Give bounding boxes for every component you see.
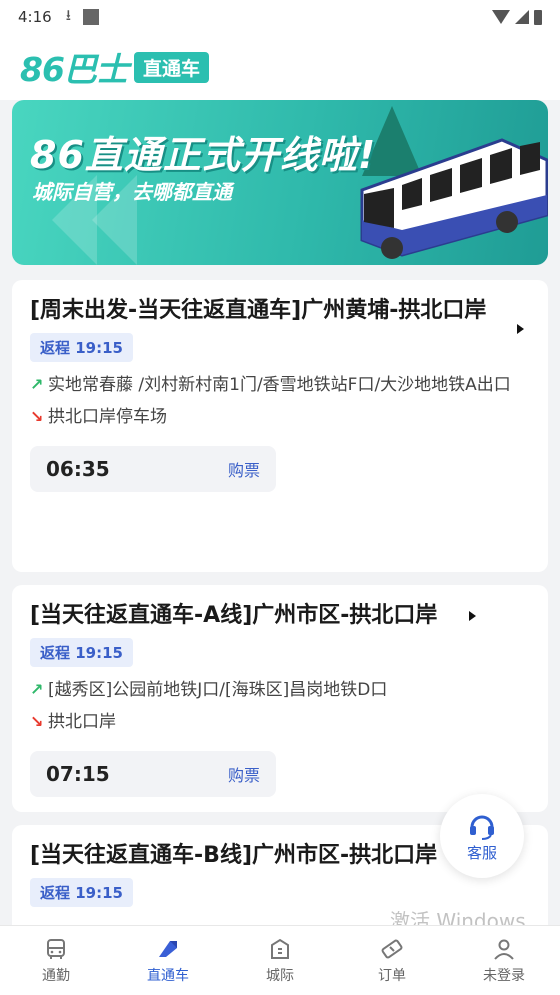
route-title: [周末出发-当天往返直通车]广州黄埔-拱北口岸 (30, 298, 487, 323)
bus-illustration (360, 138, 548, 259)
tab-direct-bus[interactable]: 直通车 (112, 926, 224, 995)
route-card[interactable]: [周末出发-当天往返直通车]广州黄埔-拱北口岸 返程 19:15 ↗ 实地常春藤… (12, 280, 548, 572)
arrow-down-icon: ↘ (30, 407, 44, 426)
dropoff-text: 拱北口岸停车场 (48, 407, 167, 427)
bus-icon (47, 938, 65, 959)
play-icon[interactable] (469, 611, 476, 621)
download-icon: ⭳ (65, 5, 71, 24)
tab-intercity[interactable]: 城际 (224, 926, 336, 995)
buy-ticket-button[interactable]: 购票 (228, 762, 260, 786)
pickup-text: 实地常春藤 /刘村新村南1门/香雪地铁站F口/大沙地地铁A出口 (48, 375, 511, 395)
user-icon (494, 939, 514, 960)
arrow-up-icon: ↗ (30, 680, 44, 699)
play-icon[interactable] (517, 324, 524, 334)
wifi-icon (492, 10, 510, 24)
notification-icon (82, 9, 99, 25)
city-icon (271, 938, 289, 959)
dropoff-stop: ↘ 拱北口岸停车场 (30, 402, 530, 432)
dropoff-text: 拱北口岸 (48, 712, 116, 732)
bottom-tab-bar: 通勤 直通车 城际 订单 未登录 (0, 925, 560, 995)
return-badge: 返程 19:15 (30, 333, 133, 362)
return-badge: 返程 19:15 (30, 878, 133, 907)
logo-badge: 直通车 (133, 51, 209, 83)
ticket-slot[interactable]: 06:35 购票 (30, 446, 276, 492)
pickup-stop: ↗ [越秀区]公园前地铁J口/[海珠区]昌岗地铁D口 (30, 675, 530, 705)
battery-icon (534, 9, 542, 25)
status-time: 4:16 (18, 8, 52, 26)
depart-time: 07:15 (46, 762, 110, 786)
app-header: 86巴士 直通车 (0, 34, 560, 100)
signal-icon (515, 10, 529, 24)
arrow-up-icon: ↗ (30, 375, 44, 394)
return-badge: 返程 19:15 (30, 638, 133, 667)
status-bar: 4:16 ⭳ (0, 0, 560, 34)
depart-time: 06:35 (46, 457, 110, 481)
tab-orders[interactable]: 订单 (336, 926, 448, 995)
tab-label: 订单 (378, 967, 406, 984)
ticket-icon (381, 939, 403, 958)
banner-title: 86直通正式开线啦! (30, 133, 377, 177)
logo-text: 86巴士 (20, 50, 129, 89)
buy-ticket-button[interactable]: 购票 (228, 457, 260, 481)
pickup-text: [越秀区]公园前地铁J口/[海珠区]昌岗地铁D口 (48, 680, 388, 700)
route-title: [当天往返直通车-A线]广州市区-拱北口岸 (30, 603, 438, 628)
tab-label: 未登录 (483, 967, 525, 984)
tab-label: 城际 (266, 967, 294, 984)
arrow-down-icon: ↘ (30, 712, 44, 731)
tab-label: 直通车 (147, 967, 189, 984)
tab-label: 通勤 (42, 967, 70, 984)
headset-icon (470, 815, 494, 840)
ticket-slot[interactable]: 07:15 购票 (30, 751, 276, 797)
direct-bus-icon (159, 940, 177, 957)
banner-subtitle: 城际自营，去哪都直通 (32, 180, 232, 204)
dropoff-stop: ↘ 拱北口岸 (30, 707, 530, 737)
tab-commute[interactable]: 通勤 (0, 926, 112, 995)
customer-service-button[interactable]: 客服 (440, 794, 524, 878)
tab-login[interactable]: 未登录 (448, 926, 560, 995)
pickup-stop: ↗ 实地常春藤 /刘村新村南1门/香雪地铁站F口/大沙地地铁A出口 (30, 370, 530, 400)
customer-service-label: 客服 (466, 843, 497, 862)
route-card[interactable]: [当天往返直通车-A线]广州市区-拱北口岸 返程 19:15 ↗ [越秀区]公园… (12, 585, 548, 812)
promo-banner[interactable]: 86直通正式开线啦! 城际自营，去哪都直通 (12, 100, 548, 265)
